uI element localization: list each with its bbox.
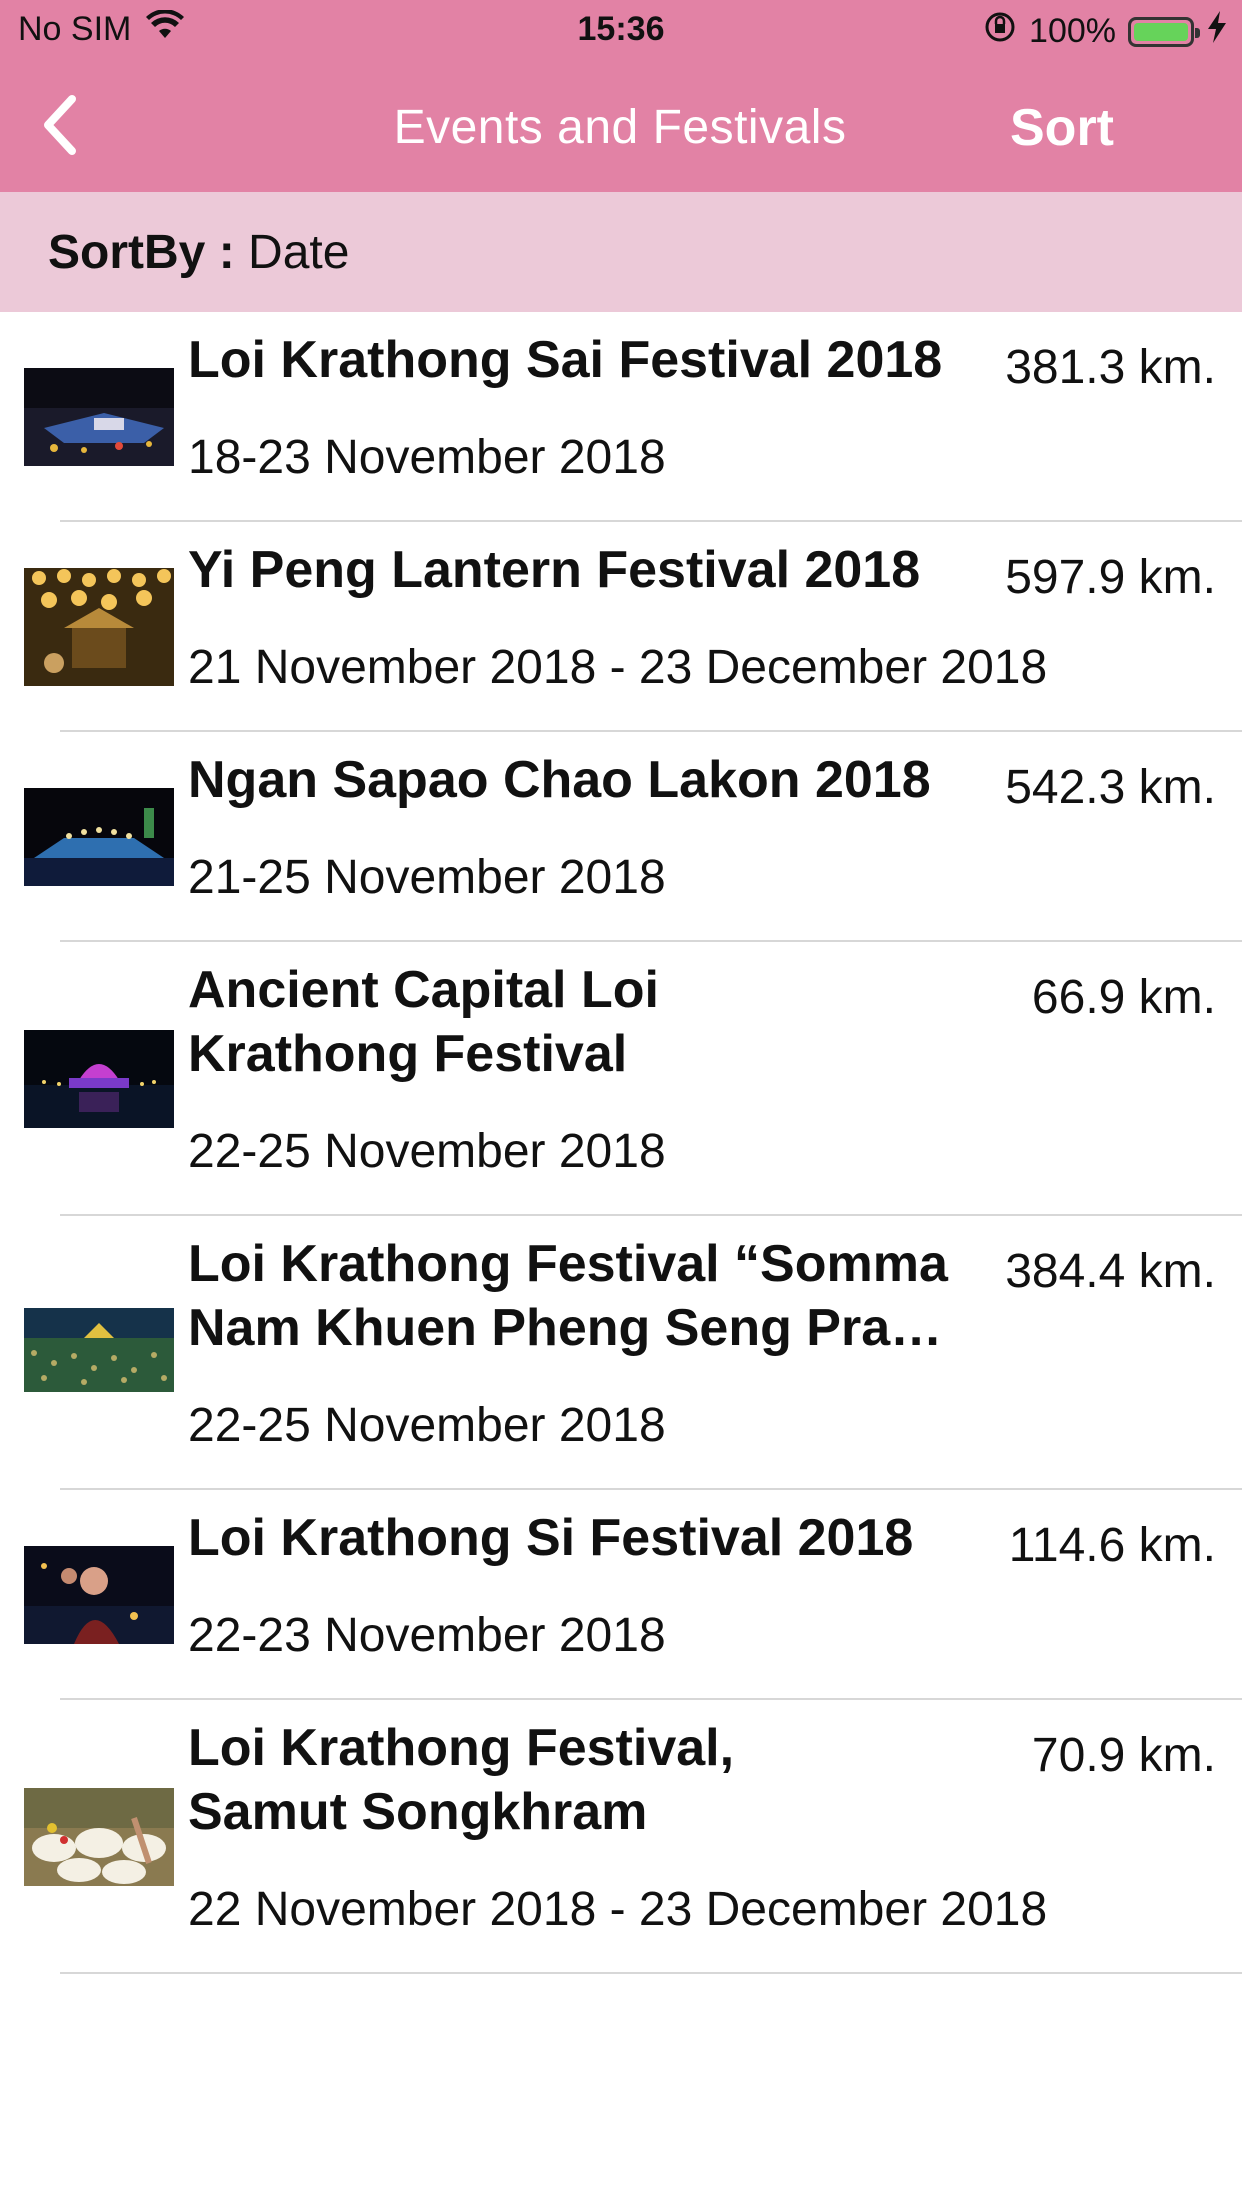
list-item[interactable]: Loi Krathong Festival, Samut Songkhram 7…	[0, 1700, 1242, 1974]
event-thumbnail	[24, 568, 174, 686]
sort-button[interactable]: Sort	[1010, 98, 1114, 158]
event-title: Loi Krathong Festival, Samut Songkhram	[188, 1719, 735, 1841]
event-thumbnail	[24, 788, 174, 886]
back-button[interactable]	[30, 92, 90, 162]
event-title: Loi Krathong Si Festival 2018	[188, 1509, 914, 1567]
event-thumbnail	[24, 1030, 174, 1128]
event-thumbnail	[24, 1788, 174, 1886]
event-distance: 597.9 km.	[1005, 551, 1216, 604]
orientation-lock-icon	[983, 10, 1017, 53]
status-bar: No SIM 15:36 100%	[0, 0, 1242, 62]
row-divider	[60, 1972, 1242, 1974]
list-item[interactable]: Loi Krathong Si Festival 2018 114.6 km. …	[0, 1490, 1242, 1700]
list-item[interactable]: Ancient Capital Loi Krathong Festival 66…	[0, 942, 1242, 1216]
event-distance: 114.6 km.	[1008, 1519, 1216, 1572]
list-item[interactable]: Yi Peng Lantern Festival 2018 597.9 km. …	[0, 522, 1242, 732]
screen: No SIM 15:36 100% Events and Festivals S…	[0, 0, 1242, 2208]
event-date: 22-25 November 2018	[188, 1399, 666, 1452]
battery-fill	[1134, 22, 1188, 41]
event-distance: 381.3 km.	[1005, 341, 1216, 394]
charging-bolt-icon	[1206, 10, 1228, 53]
event-title: Yi Peng Lantern Festival 2018	[188, 541, 921, 599]
nav-bar: Events and Festivals Sort	[0, 62, 1242, 192]
event-date: 22 November 2018 - 23 December 2018	[188, 1883, 1048, 1936]
event-title: Loi Krathong Sai Festival 2018	[188, 331, 943, 389]
event-distance: 384.4 km.	[1005, 1245, 1216, 1298]
event-thumbnail	[24, 368, 174, 466]
event-date: 21-25 November 2018	[188, 851, 666, 904]
event-date: 22-25 November 2018	[188, 1125, 666, 1178]
sort-indicator: SortBy : Date	[48, 225, 349, 280]
battery-icon	[1128, 16, 1200, 47]
event-distance: 542.3 km.	[1005, 761, 1216, 814]
event-title: Ancient Capital Loi Krathong Festival	[188, 961, 659, 1083]
event-thumbnail	[24, 1546, 174, 1644]
event-date: 18-23 November 2018	[188, 431, 666, 484]
event-distance: 70.9 km.	[1031, 1729, 1216, 1782]
top-bar: No SIM 15:36 100% Events and Festivals S…	[0, 0, 1242, 192]
event-title: Ngan Sapao Chao Lakon 2018	[188, 751, 931, 809]
event-title: Loi Krathong Festival “Somma Nam Khuen P…	[188, 1235, 948, 1357]
sort-by-value: Date	[248, 225, 350, 279]
event-date: 22-23 November 2018	[188, 1609, 666, 1662]
events-list: Loi Krathong Sai Festival 2018 381.3 km.…	[0, 312, 1242, 1974]
event-thumbnail	[24, 1308, 174, 1392]
battery-percent: 100%	[1029, 12, 1116, 50]
status-right: 100%	[983, 10, 1228, 53]
list-item[interactable]: Loi Krathong Sai Festival 2018 381.3 km.…	[0, 312, 1242, 522]
sort-header: SortBy : Date	[0, 192, 1242, 312]
event-date: 21 November 2018 - 23 December 2018	[188, 641, 1048, 694]
list-item[interactable]: Ngan Sapao Chao Lakon 2018 542.3 km. 21-…	[0, 732, 1242, 942]
sort-by-label: SortBy :	[48, 225, 235, 279]
event-distance: 66.9 km.	[1031, 971, 1216, 1024]
list-item[interactable]: Loi Krathong Festival “Somma Nam Khuen P…	[0, 1216, 1242, 1490]
chevron-left-icon	[40, 93, 80, 162]
page-title: Events and Festivals	[393, 101, 847, 154]
